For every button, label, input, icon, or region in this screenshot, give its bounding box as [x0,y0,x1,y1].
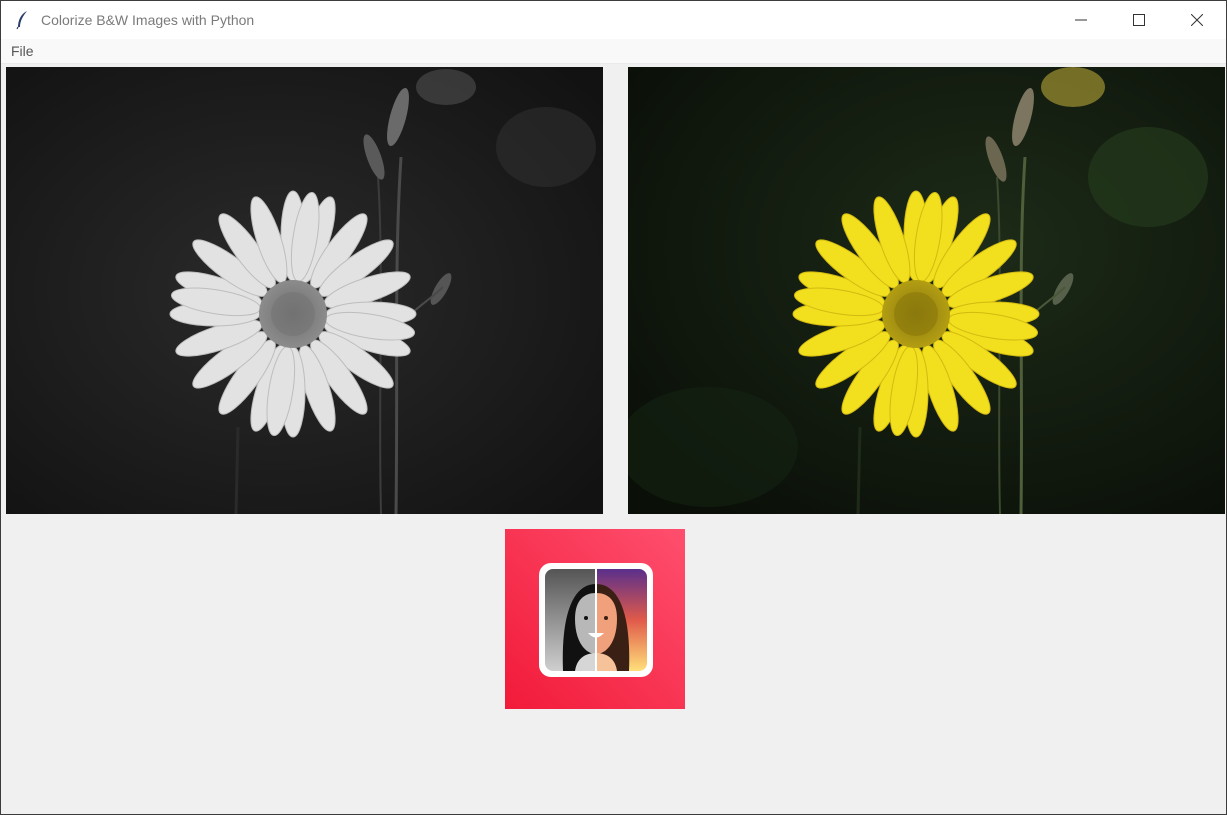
colorized-daisy-photo [628,67,1225,514]
menu-file[interactable]: File [1,39,42,63]
window-title: Colorize B&W Images with Python [41,12,255,28]
maximize-icon [1133,14,1145,26]
menu-bar: File [1,39,1226,64]
colorized-image-panel [628,67,1225,514]
close-icon [1191,14,1203,26]
minimize-button[interactable] [1052,1,1110,39]
colorize-app-logo-icon [505,529,685,709]
app-window: Colorize B&W Images with Python File [0,0,1227,815]
minimize-icon [1075,19,1087,21]
feather-icon [16,11,27,30]
grayscale-daisy-photo [6,67,603,514]
close-button[interactable] [1168,1,1226,39]
original-image-panel [6,67,603,514]
maximize-button[interactable] [1110,1,1168,39]
window-controls [1052,1,1226,39]
title-bar[interactable]: Colorize B&W Images with Python [1,1,1226,39]
app-logo [505,529,685,709]
